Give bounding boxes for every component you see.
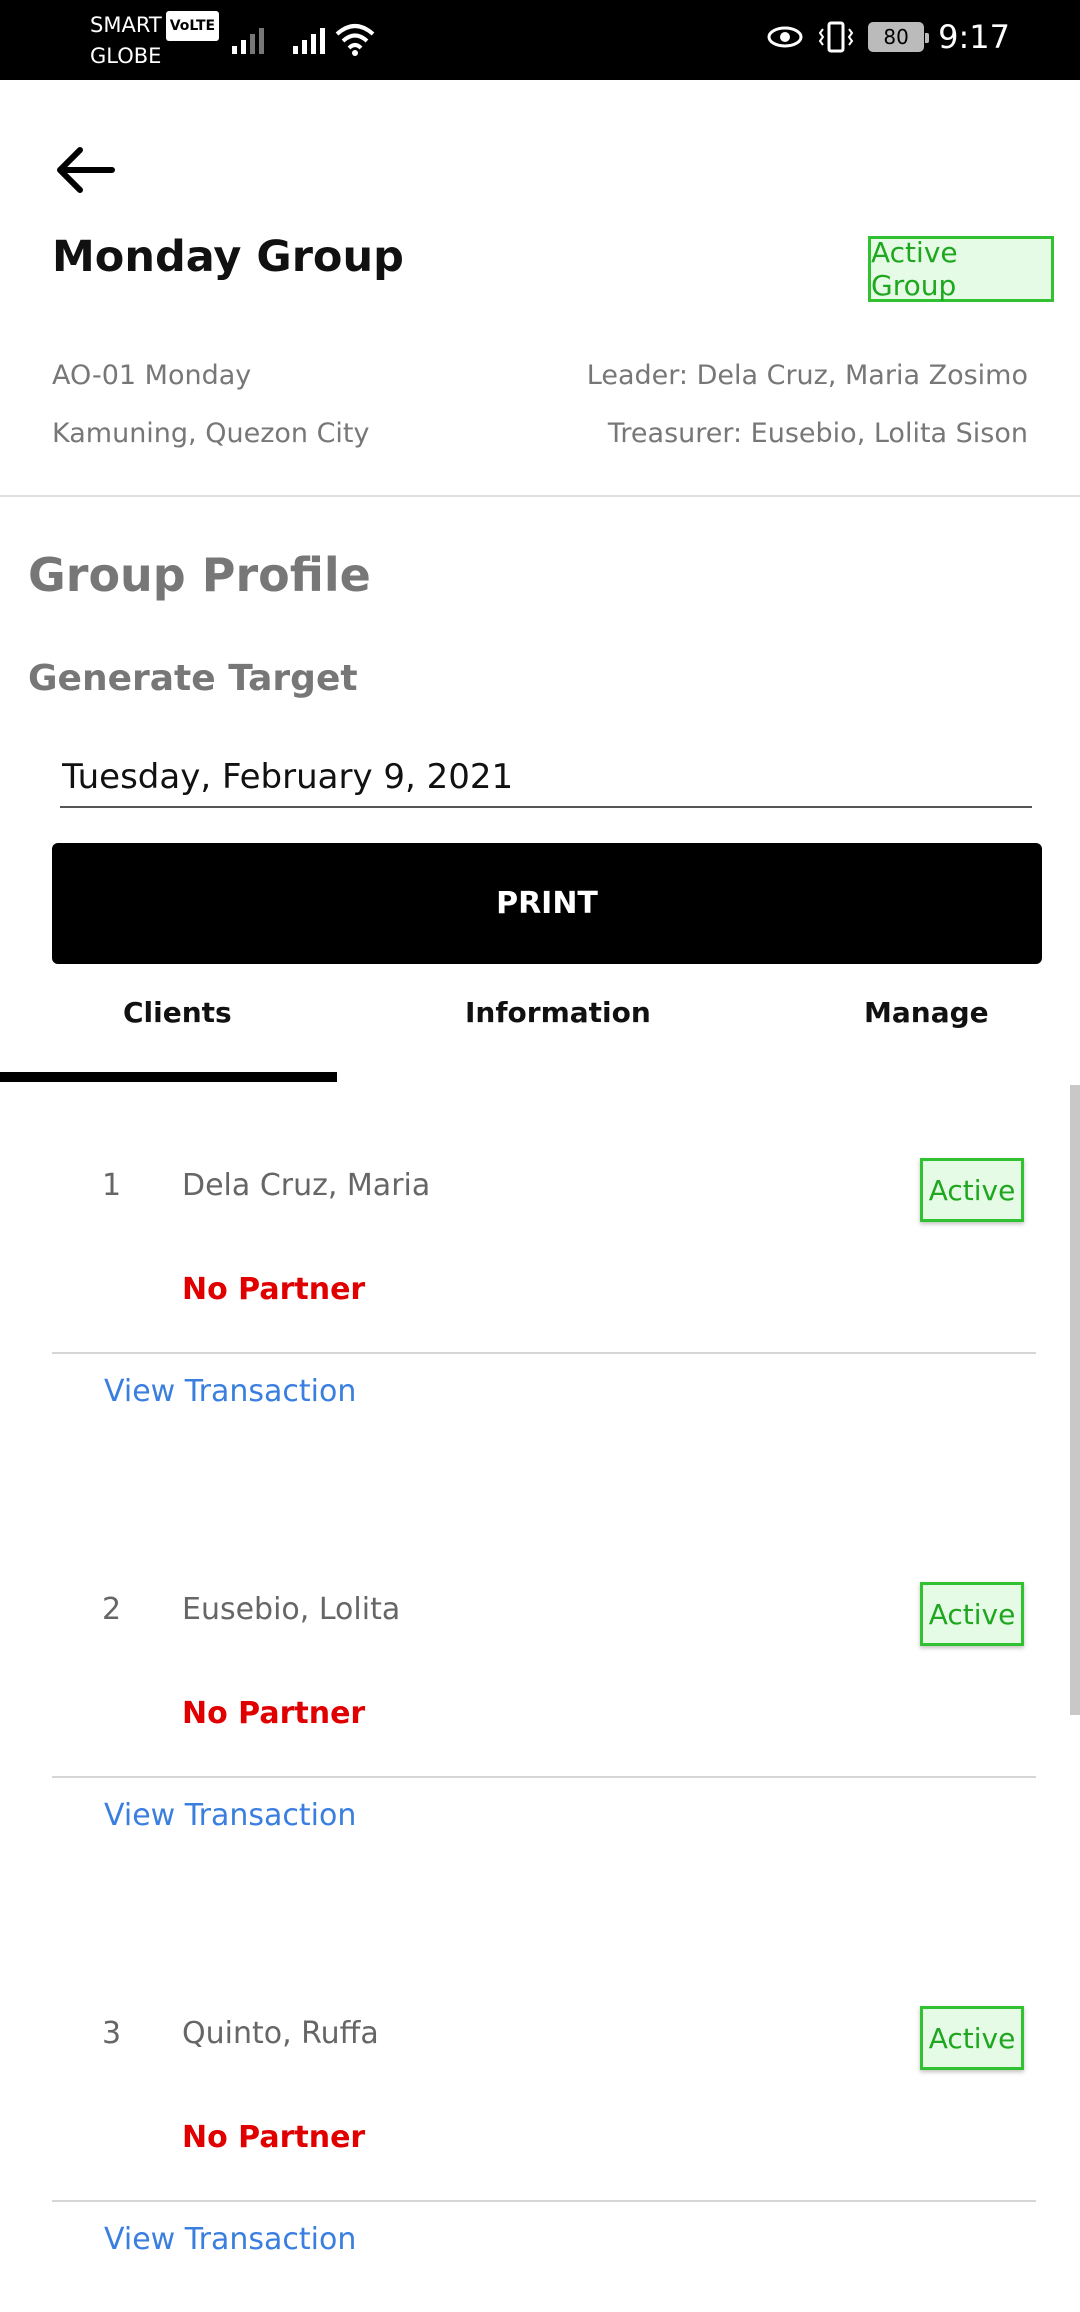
print-button[interactable]: PRINT	[52, 843, 1042, 964]
group-treasurer: Treasurer: Eusebio, Lolita Sison	[607, 418, 1028, 449]
status-bar: SMART VoLTE GLOBE 80 9:17	[0, 0, 1080, 80]
list-item: 2 Eusebio, Lolita No Partner Active View…	[0, 1582, 1080, 1972]
active-tab-indicator	[0, 1072, 337, 1082]
signal-icon	[293, 24, 325, 54]
group-code: AO-01 Monday	[52, 360, 252, 391]
client-number: 1	[102, 1168, 122, 1203]
generate-target-label: Generate Target	[28, 658, 358, 699]
client-name: Dela Cruz, Maria	[182, 1168, 431, 1203]
client-number: 3	[102, 2016, 122, 2051]
carrier-bottom: GLOBE	[90, 44, 162, 68]
group-leader: Leader: Dela Cruz, Maria Zosimo	[586, 360, 1028, 391]
eye-icon	[767, 26, 803, 48]
battery-icon: 80	[868, 22, 930, 52]
row-divider	[52, 1352, 1036, 1354]
view-transaction-link[interactable]: View Transaction	[104, 1798, 356, 1833]
target-date-field[interactable]	[60, 748, 1032, 808]
client-number: 2	[102, 1592, 122, 1627]
tab-manage[interactable]: Manage	[864, 996, 989, 1029]
vibrate-icon	[818, 21, 854, 53]
row-divider	[52, 2200, 1036, 2202]
group-title: Monday Group	[52, 232, 404, 282]
status-badge: Active	[920, 2006, 1024, 2070]
status-badge: Active	[920, 1582, 1024, 1646]
bottom-clip	[0, 2254, 1080, 2312]
wifi-icon	[335, 24, 375, 56]
client-name: Quinto, Ruffa	[182, 2016, 379, 2051]
partner-status: No Partner	[182, 1272, 366, 1307]
partner-status: No Partner	[182, 1696, 366, 1731]
volte-badge: VoLTE	[165, 11, 220, 41]
active-group-badge: Active Group	[868, 236, 1054, 302]
group-location: Kamuning, Quezon City	[52, 418, 370, 449]
partner-status: No Partner	[182, 2120, 366, 2155]
clock: 9:17	[938, 18, 1010, 56]
signal-icon	[232, 24, 264, 54]
tab-clients[interactable]: Clients	[123, 996, 232, 1029]
view-transaction-link[interactable]: View Transaction	[104, 1374, 356, 1409]
status-badge: Active	[920, 1158, 1024, 1222]
list-item: 1 Dela Cruz, Maria No Partner Active Vie…	[0, 1158, 1080, 1548]
carrier-top: SMART	[90, 13, 162, 37]
group-profile-heading: Group Profile	[28, 548, 371, 602]
carrier-info: SMART VoLTE GLOBE	[90, 10, 220, 71]
row-divider	[52, 1776, 1036, 1778]
tab-information[interactable]: Information	[465, 996, 651, 1029]
status-icons: 80 9:17	[766, 18, 1010, 56]
back-arrow-icon[interactable]	[52, 138, 122, 198]
client-name: Eusebio, Lolita	[182, 1592, 401, 1627]
header-divider	[0, 495, 1080, 497]
view-transaction-link[interactable]: View Transaction	[104, 2222, 356, 2257]
